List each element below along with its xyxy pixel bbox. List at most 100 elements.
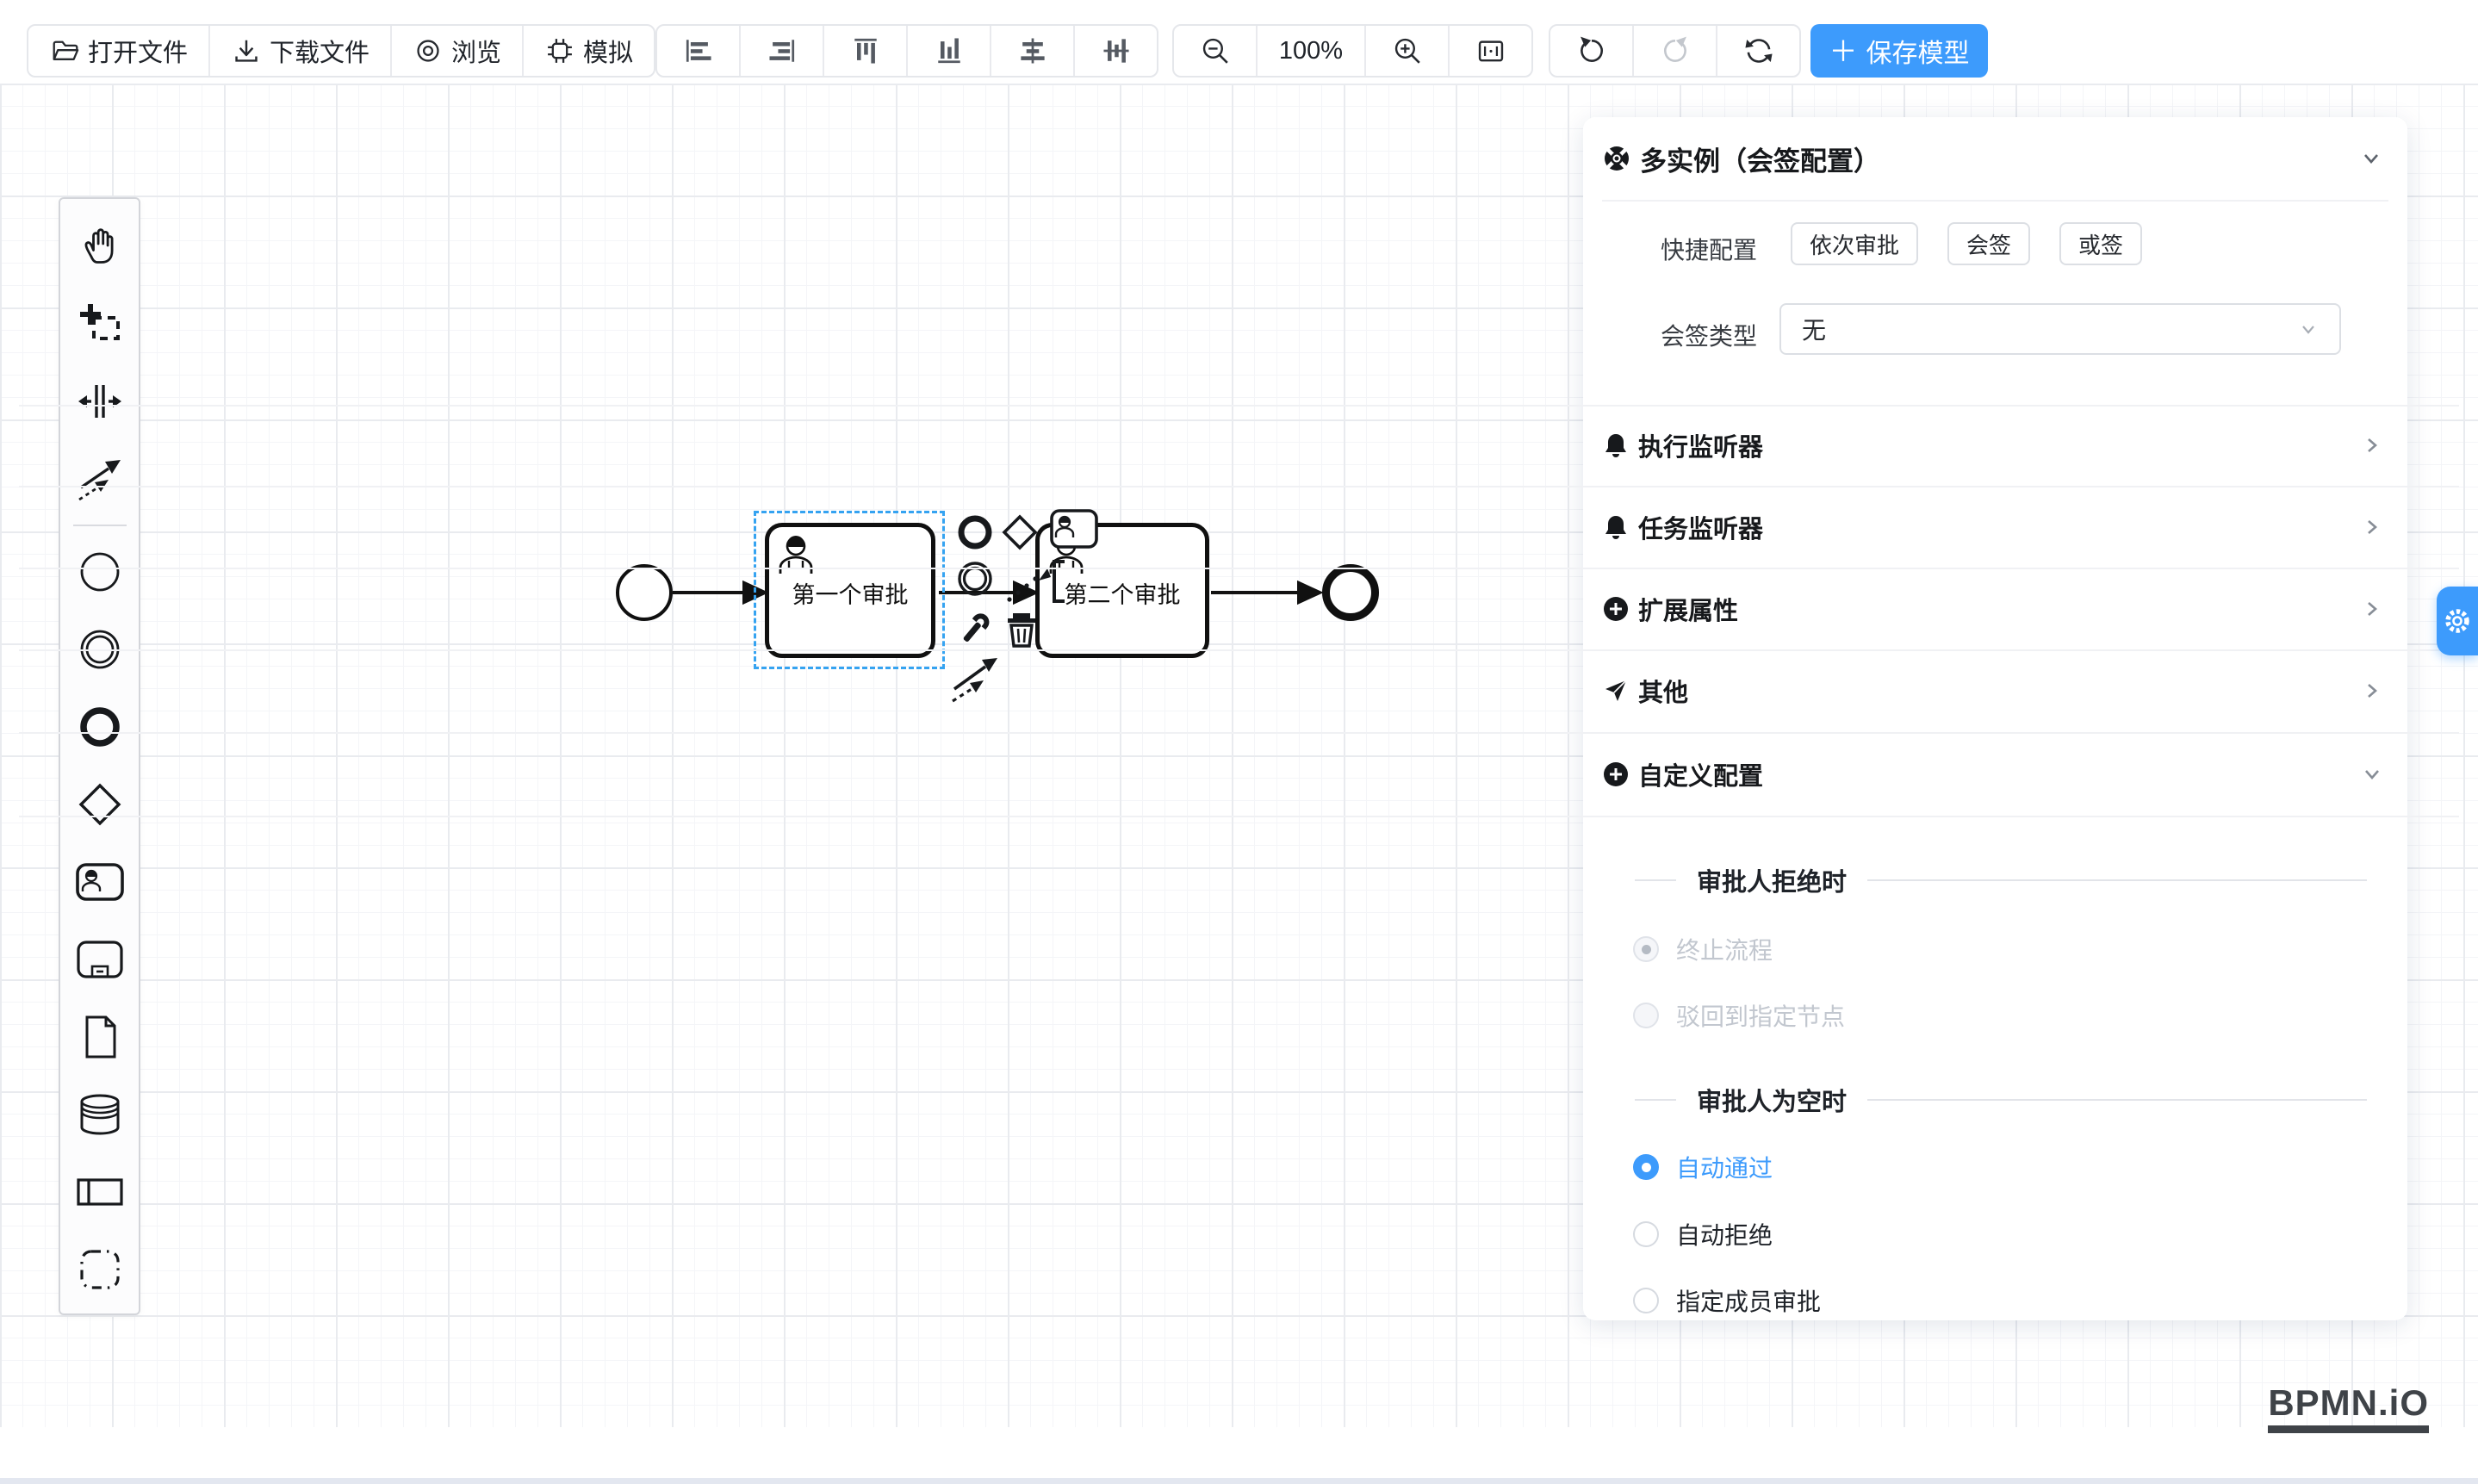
radio-circle (1633, 1288, 1659, 1313)
radio-circle (1633, 936, 1659, 962)
user-task-icon (75, 862, 125, 902)
fit-viewport-button[interactable] (1450, 26, 1531, 76)
panel-header-divider (1602, 200, 2388, 202)
multi-instance-icon (1602, 144, 1631, 173)
delete-trash-icon[interactable] (1001, 608, 1042, 649)
approver-empty-title: 审批人为空时 (1697, 1082, 1847, 1118)
radio-label: 驳回到指定节点 (1676, 998, 1845, 1033)
chevron-down-icon (2361, 763, 2383, 785)
refresh-button[interactable] (1717, 26, 1799, 76)
task-label: 第二个审批 (1065, 576, 1181, 610)
radio-label: 指定成员审批 (1676, 1283, 1821, 1318)
section-label: 自定义配置 (1638, 756, 2361, 792)
change-type-wrench-icon[interactable] (954, 608, 996, 649)
lasso-tool-icon (77, 301, 123, 347)
section-extended-properties[interactable]: 扩展属性 (1583, 568, 2407, 649)
palette-start-event[interactable] (60, 533, 139, 611)
radio-label: 自动拒绝 (1676, 1217, 1773, 1251)
gear-icon (2443, 606, 2472, 636)
preview-icon (413, 35, 444, 66)
lasso-tool[interactable] (60, 285, 139, 363)
quick-config-label: 快捷配置 (1602, 232, 1757, 266)
palette-gateway[interactable] (60, 766, 139, 843)
global-connect-tool[interactable] (60, 440, 139, 518)
download-icon (231, 35, 262, 66)
refresh-icon (1742, 34, 1775, 67)
zoom-button-group: 100% (1172, 24, 1533, 78)
panel-settings-fab[interactable] (2437, 587, 2478, 655)
hand-tool-icon (78, 224, 122, 269)
quick-config-option-countersign[interactable]: 会签 (1947, 222, 2030, 265)
align-right-button[interactable] (741, 26, 824, 76)
radio-assign-member[interactable]: 指定成员审批 (1633, 1283, 1821, 1318)
undo-button[interactable] (1550, 26, 1634, 76)
approver-reject-title: 审批人拒绝时 (1697, 862, 1847, 898)
quick-config-option-sequential[interactable]: 依次审批 (1791, 222, 1918, 265)
radio-return-to-node[interactable]: 驳回到指定节点 (1633, 998, 1845, 1033)
top-toolbar: 打开文件 下载文件 浏览 (0, 0, 2478, 84)
section-label: 其他 (1638, 673, 2361, 709)
append-end-event-icon[interactable] (956, 513, 994, 551)
align-bottom-button[interactable] (908, 26, 991, 76)
palette-participant[interactable] (60, 1153, 139, 1231)
align-top-button[interactable] (824, 26, 908, 76)
start-event-node[interactable] (616, 564, 673, 621)
open-file-button[interactable]: 打开文件 (28, 26, 210, 76)
section-label: 扩展属性 (1638, 591, 2361, 627)
data-store-icon (77, 1093, 123, 1136)
zoom-level[interactable]: 100% (1258, 26, 1366, 76)
bpmn-io-logo: BPMN.iO (2268, 1385, 2429, 1433)
download-file-button[interactable]: 下载文件 (210, 26, 392, 76)
palette-group[interactable] (60, 1231, 139, 1308)
quick-config-option-orsign[interactable]: 或签 (2059, 222, 2142, 265)
append-text-annotation-icon[interactable] (1001, 555, 1068, 608)
palette-data-store[interactable] (60, 1076, 139, 1153)
space-tool[interactable] (60, 363, 139, 440)
append-gateway-icon[interactable] (1001, 513, 1039, 551)
preview-button[interactable]: 浏览 (392, 26, 524, 76)
send-icon (1602, 677, 1630, 705)
align-center-horizontal-button[interactable] (991, 26, 1075, 76)
simulate-button[interactable]: 模拟 (524, 26, 654, 76)
bell-icon (1602, 513, 1630, 541)
palette-sub-process[interactable] (60, 921, 139, 998)
bell-icon (1602, 432, 1630, 459)
radio-auto-pass[interactable]: 自动通过 (1633, 1150, 1773, 1184)
sign-type-select[interactable]: 无 (1779, 303, 2341, 355)
section-custom-config[interactable]: 自定义配置 (1583, 733, 2407, 815)
hand-tool[interactable] (60, 208, 139, 285)
section-execution-listener[interactable]: 执行监听器 (1583, 404, 2407, 486)
undo-icon (1575, 34, 1608, 67)
task-node-1[interactable]: 第一个审批 (765, 523, 935, 658)
download-file-label: 下载文件 (270, 33, 370, 69)
radio-terminate-process[interactable]: 终止流程 (1633, 932, 1773, 966)
simulate-icon (544, 35, 575, 66)
connect-tool-icon[interactable] (949, 651, 1006, 703)
palette-end-event[interactable] (60, 688, 139, 766)
radio-circle (1633, 1003, 1659, 1028)
zoom-in-button[interactable] (1366, 26, 1450, 76)
simulate-label: 模拟 (583, 33, 633, 69)
palette-user-task[interactable] (60, 843, 139, 921)
align-middle-vertical-icon (1099, 34, 1133, 68)
align-left-button[interactable] (657, 26, 741, 76)
radio-auto-reject[interactable]: 自动拒绝 (1633, 1217, 1773, 1251)
save-model-button[interactable]: ＋ 保存模型 (1810, 24, 1988, 78)
panel-header[interactable]: 多实例（会签配置） (1583, 117, 2407, 200)
bpmn-io-logo-underline (2268, 1425, 2429, 1433)
data-object-icon (80, 1014, 120, 1060)
end-event-node[interactable] (1322, 564, 1379, 621)
palette-data-object[interactable] (60, 998, 139, 1076)
redo-button[interactable] (1634, 26, 1717, 76)
zoom-in-icon (1391, 34, 1424, 67)
palette-divider (60, 518, 139, 533)
section-task-listener[interactable]: 任务监听器 (1583, 486, 2407, 568)
section-divider (19, 816, 2459, 817)
zoom-out-button[interactable] (1174, 26, 1258, 76)
append-intermediate-event-icon[interactable] (956, 560, 994, 598)
canvas-bottom-gutter (0, 1427, 2478, 1479)
sub-process-icon (75, 939, 125, 980)
align-middle-vertical-button[interactable] (1075, 26, 1157, 76)
section-other[interactable]: 其他 (1583, 649, 2407, 731)
append-user-task-icon[interactable] (1049, 508, 1099, 550)
